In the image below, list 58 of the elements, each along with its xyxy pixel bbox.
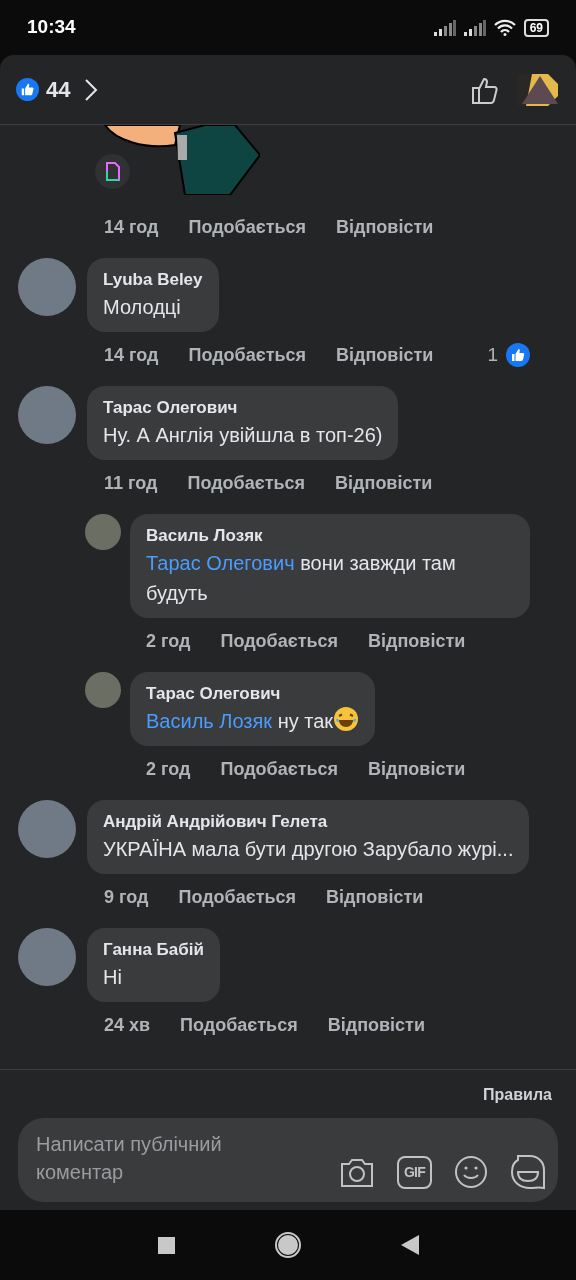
reply-button[interactable]: Відповісти — [368, 627, 466, 655]
avatar-photo-placeholder[interactable] — [85, 514, 121, 550]
author-name[interactable]: Ганна Бабій — [103, 938, 204, 962]
sticker-icon[interactable] — [510, 1154, 546, 1190]
comment-text: Молодці — [103, 295, 182, 320]
reply-button[interactable]: Відповісти — [326, 883, 424, 911]
like-button[interactable]: Подобається — [188, 341, 307, 369]
reaction-count: 1 — [487, 342, 498, 367]
comment-time: 11 год — [104, 471, 158, 495]
reactions-count[interactable]: 44 — [46, 73, 71, 106]
like-button[interactable]: Подобається — [187, 469, 306, 497]
battery-indicator: 69 — [523, 18, 549, 37]
like-reaction-icon — [506, 343, 530, 367]
reply-button[interactable]: Відповісти — [327, 1011, 425, 1039]
comment-text: Ні — [103, 965, 123, 990]
comment-time: 14 год — [104, 215, 159, 239]
author-name[interactable]: Андрій Андрійович Гелета — [103, 810, 514, 834]
wifi-icon — [493, 19, 516, 36]
reply-button[interactable]: Відповісти — [368, 755, 466, 783]
comment-text: Тарас Олегович вони завжди там будуть — [146, 551, 457, 606]
smiley-icon[interactable] — [454, 1155, 488, 1189]
reply-button[interactable]: Відповісти — [336, 213, 434, 241]
author-name[interactable]: Тарас Олегович — [146, 682, 360, 706]
gif-badge-icon — [95, 154, 130, 189]
like-reaction-icon — [16, 78, 39, 101]
mention-link[interactable]: Тарас Олегович — [146, 552, 295, 574]
signal-icon — [433, 19, 456, 36]
comment-time: 14 год — [104, 343, 159, 367]
reply-button[interactable]: Відповісти — [335, 469, 433, 497]
comment-text: УКРАЇНА мала бути другою Зарубало журі... — [103, 837, 514, 862]
like-button[interactable]: Подобається — [180, 1011, 298, 1039]
comment-time: 9 год — [104, 885, 149, 909]
like-button[interactable]: Подобається — [220, 755, 339, 783]
comment-text: Ну. А Англія увійшла в топ-26) — [103, 423, 383, 448]
gif-button[interactable]: GIF — [397, 1155, 432, 1189]
rules-link[interactable]: Правила — [483, 1083, 552, 1107]
comment-time: 2 год — [146, 757, 191, 781]
comment-time: 24 хв — [104, 1013, 151, 1037]
clock-time: 10:34 — [27, 15, 76, 40]
signal-icon — [463, 19, 486, 36]
avatar-photo-placeholder[interactable] — [85, 672, 121, 708]
like-button[interactable]: Подобається — [220, 627, 339, 655]
like-button[interactable]: Подобається — [178, 883, 297, 911]
author-name[interactable]: Тарас Олегович — [103, 396, 383, 420]
recent-apps-button[interactable] — [157, 1236, 175, 1254]
comment-input-field[interactable]: Написати публічний коментар GIF — [18, 1118, 558, 1202]
author-name[interactable]: Василь Лозяк — [146, 524, 514, 548]
chevron-right-icon[interactable] — [84, 77, 99, 102]
camera-icon[interactable] — [339, 1156, 375, 1188]
mention-link[interactable]: Василь Лозяк — [146, 710, 273, 732]
author-name[interactable]: Lyuba Beley — [103, 268, 203, 292]
back-icon[interactable] — [400, 1235, 419, 1255]
home-button[interactable] — [274, 1232, 301, 1258]
comment-time: 2 год — [146, 629, 191, 653]
profile-picture-drawing[interactable] — [518, 73, 560, 106]
reply-button[interactable]: Відповісти — [336, 341, 434, 369]
comment-text: Василь Лозяк ну так — [146, 706, 360, 736]
like-button[interactable]: Подобається — [188, 213, 307, 241]
